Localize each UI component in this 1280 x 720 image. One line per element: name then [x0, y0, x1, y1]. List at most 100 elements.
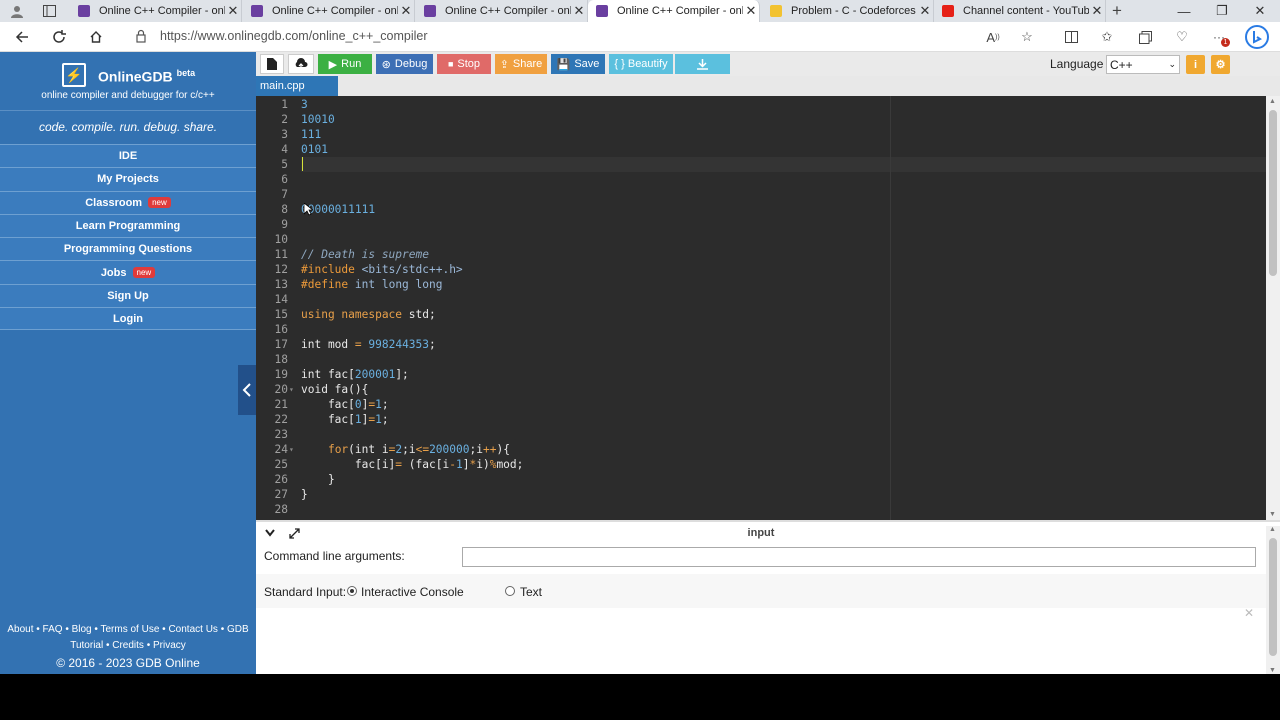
panel-scroll-thumb[interactable]	[1269, 538, 1277, 656]
settings-more-icon[interactable]: ··· 1	[1208, 26, 1230, 48]
browser-tab-4[interactable]: Online C++ Compiler - onl ✕	[588, 0, 760, 22]
footer-links-2[interactable]: Tutorial • Credits • Privacy	[0, 638, 256, 654]
url-input[interactable]: https://www.onlinegdb.com/online_c++_com…	[160, 29, 428, 43]
line-number: 26	[274, 473, 288, 486]
debug-button[interactable]: ⊛ Debug	[376, 54, 433, 74]
editor-scrollbar[interactable]: ▲ ▼	[1266, 96, 1280, 520]
code-line[interactable]: 111	[301, 127, 321, 142]
line-number: 7	[281, 188, 288, 201]
close-tab-icon[interactable]: ✕	[398, 3, 414, 19]
new-file-button[interactable]	[260, 54, 284, 74]
print-margin	[890, 96, 891, 520]
stop-icon: ■	[447, 59, 454, 69]
sidebar-item-learn-programming[interactable]: Learn Programming	[0, 213, 256, 238]
refresh-button[interactable]	[46, 25, 72, 49]
logo-bolt-icon: ⚡	[62, 63, 86, 87]
close-window-button[interactable]: ✕	[1242, 0, 1278, 22]
close-tab-icon[interactable]: ✕	[743, 3, 759, 19]
code-line[interactable]: 0101	[301, 142, 328, 157]
lock-icon[interactable]	[134, 29, 148, 43]
close-tab-icon[interactable]: ✕	[571, 3, 587, 19]
interactive-console-radio[interactable]	[347, 586, 357, 596]
code-line[interactable]: fac[1]=1;	[301, 412, 389, 427]
line-number: 9	[281, 218, 288, 231]
browser-tab-title: Online C++ Compiler - onl	[99, 5, 225, 17]
file-tab-main-cpp[interactable]: main.cpp	[256, 76, 338, 96]
back-button[interactable]	[9, 25, 35, 49]
code-line[interactable]: 10010	[301, 112, 335, 127]
code-editor[interactable]: 1 2 3 4 5 6 7 8 9 10 11 12 13 14 15 16 17 18 19 20 ▾ 21 22 23 24…	[256, 96, 1266, 520]
code-line[interactable]: }	[301, 472, 335, 487]
line-number: 3	[281, 128, 288, 141]
fold-toggle-icon[interactable]: ▾	[289, 445, 294, 454]
upload-button[interactable]	[288, 54, 314, 74]
gear-icon[interactable]: ⚙	[1211, 55, 1230, 74]
code-line[interactable]: fac[0]=1;	[301, 397, 389, 412]
browser-tab-5[interactable]: Problem - C - Codeforces ✕	[762, 0, 934, 22]
favorites-icon[interactable]: ✩	[1096, 26, 1118, 48]
logo-area[interactable]: ⚡ OnlineGDB beta online compiler and debu…	[0, 52, 256, 108]
language-select[interactable]: C++ ⌄	[1106, 55, 1180, 74]
save-button[interactable]: 💾 Save	[551, 54, 605, 74]
browser-tab-1[interactable]: Online C++ Compiler - onl ✕	[70, 0, 242, 22]
text-radio[interactable]	[505, 586, 515, 596]
code-line[interactable]: #include <bits/stdc++.h>	[301, 262, 463, 277]
close-tab-icon[interactable]: ✕	[1089, 3, 1105, 19]
tab-actions-icon[interactable]	[38, 0, 60, 22]
beautify-button[interactable]: { } Beautify	[609, 54, 673, 74]
close-icon[interactable]: ✕	[1244, 606, 1254, 620]
new-tab-button[interactable]: +	[1106, 0, 1128, 22]
collapse-sidebar-button[interactable]	[238, 365, 256, 415]
editor-scroll-thumb[interactable]	[1269, 110, 1277, 276]
console-area[interactable]	[256, 612, 1266, 674]
code-line[interactable]: using namespace std;	[301, 307, 436, 322]
code-line[interactable]: fac[i]= (fac[i-1]*i)%mod;	[301, 457, 524, 472]
code-line[interactable]: }	[301, 487, 308, 502]
footer-links-1[interactable]: About • FAQ • Blog • Terms of Use • Cont…	[0, 622, 256, 638]
text-option-label[interactable]: Text	[520, 585, 542, 599]
panel-scrollbar[interactable]: ▲ ▼	[1266, 526, 1280, 674]
code-line[interactable]: // Death is supreme	[301, 247, 429, 262]
run-button[interactable]: ▶ Run	[318, 54, 372, 74]
read-aloud-icon[interactable]: A))	[982, 26, 1004, 48]
code-area[interactable]: 3 10010 111 0101 00000011111// Death is supr…	[301, 96, 1266, 520]
profile-icon[interactable]	[6, 0, 28, 22]
restore-button[interactable]: ❐	[1204, 0, 1240, 22]
download-button[interactable]	[675, 54, 730, 74]
close-tab-icon[interactable]: ✕	[917, 3, 933, 19]
share-icon: ⇪	[499, 58, 509, 71]
code-line[interactable]: int fac[200001];	[301, 367, 409, 382]
info-icon[interactable]: i	[1186, 55, 1205, 74]
interactive-console-label[interactable]: Interactive Console	[361, 585, 464, 599]
browser-tab-6[interactable]: Channel content - YouTube ✕	[934, 0, 1106, 22]
fold-toggle-icon[interactable]: ▾	[289, 385, 294, 394]
home-button[interactable]	[83, 25, 109, 49]
browser-tab-3[interactable]: Online C++ Compiler - onl ✕	[416, 0, 588, 22]
minimize-button[interactable]: —	[1166, 0, 1202, 22]
share-button[interactable]: ⇪ Share	[495, 54, 547, 74]
bing-copilot-icon[interactable]	[1244, 24, 1270, 50]
browser-tab-2[interactable]: Online C++ Compiler - onl ✕	[243, 0, 415, 22]
sidebar-item-my-projects[interactable]: My Projects	[0, 167, 256, 191]
code-line[interactable]: for(int i=2;i<=200000;i++){	[301, 442, 510, 457]
sidebar-item-sign-up[interactable]: Sign Up	[0, 283, 256, 308]
sidebar-item-label: My Projects	[97, 173, 159, 186]
code-line[interactable]: void fa(){	[301, 382, 368, 397]
sidebar-item-programming-questions[interactable]: Programming Questions	[0, 237, 256, 261]
sidebar-item-login[interactable]: Login	[0, 307, 256, 331]
sidebar-item-jobs[interactable]: Jobs new	[0, 260, 256, 284]
code-line[interactable]: 3	[301, 97, 308, 112]
collections-icon[interactable]	[1134, 26, 1156, 48]
browser-essentials-icon[interactable]: ♡	[1171, 26, 1193, 48]
code-line[interactable]: #define int long long	[301, 277, 442, 292]
code-line[interactable]: int mod = 998244353;	[301, 337, 436, 352]
line-number: 5	[281, 158, 288, 171]
sidebar-item-ide[interactable]: IDE	[0, 144, 256, 168]
favorite-star-icon[interactable]: ☆	[1016, 26, 1038, 48]
split-screen-icon[interactable]	[1060, 26, 1082, 48]
command-line-args-input[interactable]	[462, 547, 1256, 567]
stop-button[interactable]: ■ Stop	[437, 54, 491, 74]
line-number: 25	[274, 458, 288, 471]
sidebar-item-classroom[interactable]: Classroom new	[0, 190, 256, 214]
close-tab-icon[interactable]: ✕	[225, 3, 241, 19]
